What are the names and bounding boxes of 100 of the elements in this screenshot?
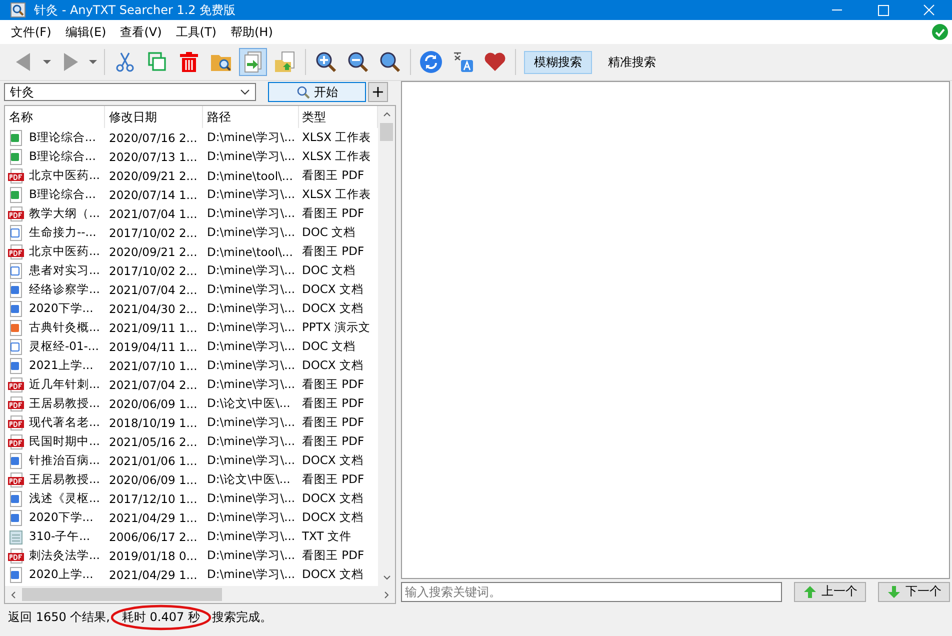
file-type: 看图王 PDF: [301, 206, 366, 221]
start-button[interactable]: 开始: [268, 82, 366, 102]
file-path: D:\mine\学习\...: [206, 567, 296, 582]
file-type: 看图王 PDF: [301, 434, 366, 449]
file-path: D:\mine\学习\...: [206, 415, 296, 430]
pdf-file-icon: [8, 434, 24, 450]
pdf-file-icon: [8, 548, 24, 564]
file-path: D:\论文\中医\...: [206, 396, 292, 411]
status-message: 搜索完成。: [212, 608, 272, 626]
modified-date: 2020/06/09 1...: [108, 396, 198, 410]
modified-date: 2020/09/21 2...: [108, 244, 198, 258]
find-input[interactable]: 输入搜索关键词。: [401, 582, 782, 602]
menu-item[interactable]: 查看(V): [113, 24, 169, 40]
refresh-icon[interactable]: [417, 48, 445, 76]
file-type: DOCX 文档: [301, 282, 364, 297]
scroll-down-icon[interactable]: [382, 575, 390, 580]
file-type: XLSX 工作表: [301, 187, 372, 202]
file-path: D:\mine\学习\...: [206, 130, 296, 145]
file-type: DOCX 文档: [301, 453, 364, 468]
search-combo-box[interactable]: 针灸: [4, 83, 256, 101]
file-name: 刺法灸法学...: [29, 548, 100, 563]
horizontal-scrollbar[interactable]: [5, 586, 395, 603]
word-file-icon: [8, 338, 24, 354]
file-name: B理论综合...: [29, 130, 96, 145]
scroll-thumb[interactable]: [22, 588, 222, 601]
file-type: 看图王 PDF: [301, 415, 366, 430]
file-name: B理论综合...: [29, 187, 96, 202]
modified-date: 2021/07/04 2...: [108, 282, 198, 296]
file-name: 灵枢经-01-...: [29, 339, 99, 354]
modified-date: 2017/10/02 2...: [108, 226, 198, 240]
column-header[interactable]: 名称: [5, 106, 105, 128]
file-name: 王居易教授...: [29, 396, 100, 411]
file-path: D:\mine\学习\...: [206, 377, 296, 392]
modified-date: 2020/07/14 1...: [108, 188, 198, 202]
file-path: D:\mine\tool\...: [206, 244, 294, 258]
scroll-left-icon[interactable]: [11, 590, 16, 598]
scroll-right-icon[interactable]: [384, 590, 389, 598]
search-mode-tab[interactable]: 精准搜索: [598, 50, 666, 74]
file-name: B理论综合...: [29, 149, 96, 164]
scroll-thumb[interactable]: [380, 123, 393, 141]
menu-item[interactable]: 文件(F): [4, 24, 58, 40]
search-mode-tab[interactable]: 模糊搜索: [524, 50, 592, 74]
notepad-file-icon: [8, 528, 24, 544]
document-export-icon[interactable]: [239, 48, 267, 76]
file-path: D:\mine\学习\...: [206, 149, 296, 164]
file-type: 看图王 PDF: [301, 377, 366, 392]
modified-date: 2021/07/04 2...: [108, 378, 198, 392]
file-name: 2020上学...: [29, 567, 94, 582]
column-header[interactable]: 修改日期: [105, 106, 203, 128]
vertical-scrollbar[interactable]: [378, 106, 395, 586]
pdf-file-icon: [8, 168, 24, 184]
menu-item[interactable]: 工具(T): [168, 24, 224, 40]
file-path: D:\mine\学习\...: [206, 510, 296, 525]
file-path: D:\mine\学习\...: [206, 358, 296, 373]
spreadsheet-file-icon: [8, 148, 24, 164]
file-path: D:\mine\学习\...: [206, 339, 296, 354]
modified-date: 2021/09/11 1...: [108, 320, 198, 334]
file-name: 现代著名老...: [29, 415, 100, 430]
next-button[interactable]: 下一个: [878, 582, 950, 602]
file-type: DOC 文档: [301, 263, 357, 278]
file-name: 经络诊察学...: [29, 282, 100, 297]
file-type: 看图王 PDF: [301, 472, 366, 487]
scroll-up-icon[interactable]: [382, 112, 390, 117]
pdf-file-icon: [8, 396, 24, 412]
file-name: 北京中医药...: [29, 168, 100, 183]
pdf-file-icon: [8, 414, 24, 430]
word-file-icon: [8, 224, 24, 240]
modified-date: 2020/09/21 2...: [108, 168, 198, 182]
file-name: 310-子午...: [29, 529, 90, 544]
file-name: 近几年针刺...: [29, 377, 100, 392]
word-file-icon: [8, 510, 24, 526]
modified-date: 2021/05/16 2...: [108, 434, 198, 448]
modified-date: 2020/07/16 2...: [108, 130, 198, 144]
file-type: DOCX 文档: [301, 567, 364, 582]
spreadsheet-file-icon: [8, 186, 24, 202]
magnifier-app-icon: [10, 2, 26, 18]
previous-button[interactable]: 上一个: [794, 582, 866, 602]
file-path: D:\mine\tool\...: [206, 168, 294, 182]
add-button[interactable]: +: [368, 82, 388, 102]
file-type: TXT 文件: [301, 529, 352, 544]
modified-date: 2020/06/09 1...: [108, 472, 198, 486]
file-name: 北京中医药...: [29, 244, 100, 259]
file-type: 看图王 PDF: [301, 244, 366, 259]
up-arrow-icon: [802, 584, 816, 598]
file-path: D:\mine\学习\...: [206, 301, 296, 316]
file-type: DOC 文档: [301, 225, 357, 240]
modified-date: 2021/07/04 1...: [108, 206, 198, 220]
modified-date: 2021/04/30 2...: [108, 302, 198, 316]
file-name: 2020下学...: [29, 301, 94, 316]
search-icon: [296, 85, 310, 99]
modified-date: 2006/06/17 2...: [108, 530, 198, 544]
menu-item[interactable]: 帮助(H): [224, 24, 280, 40]
file-path: D:\mine\学习\...: [206, 263, 296, 278]
check-circle-icon: [932, 24, 948, 40]
window-title: 针灸 - AnyTXT Searcher 1.2 免费版: [34, 2, 237, 18]
spreadsheet-file-icon: [8, 130, 24, 146]
file-type: 看图王 PDF: [301, 396, 366, 411]
column-header[interactable]: 路径: [203, 106, 299, 128]
file-name: 2020下学...: [29, 510, 94, 525]
menu-item[interactable]: 编辑(E): [58, 24, 114, 40]
